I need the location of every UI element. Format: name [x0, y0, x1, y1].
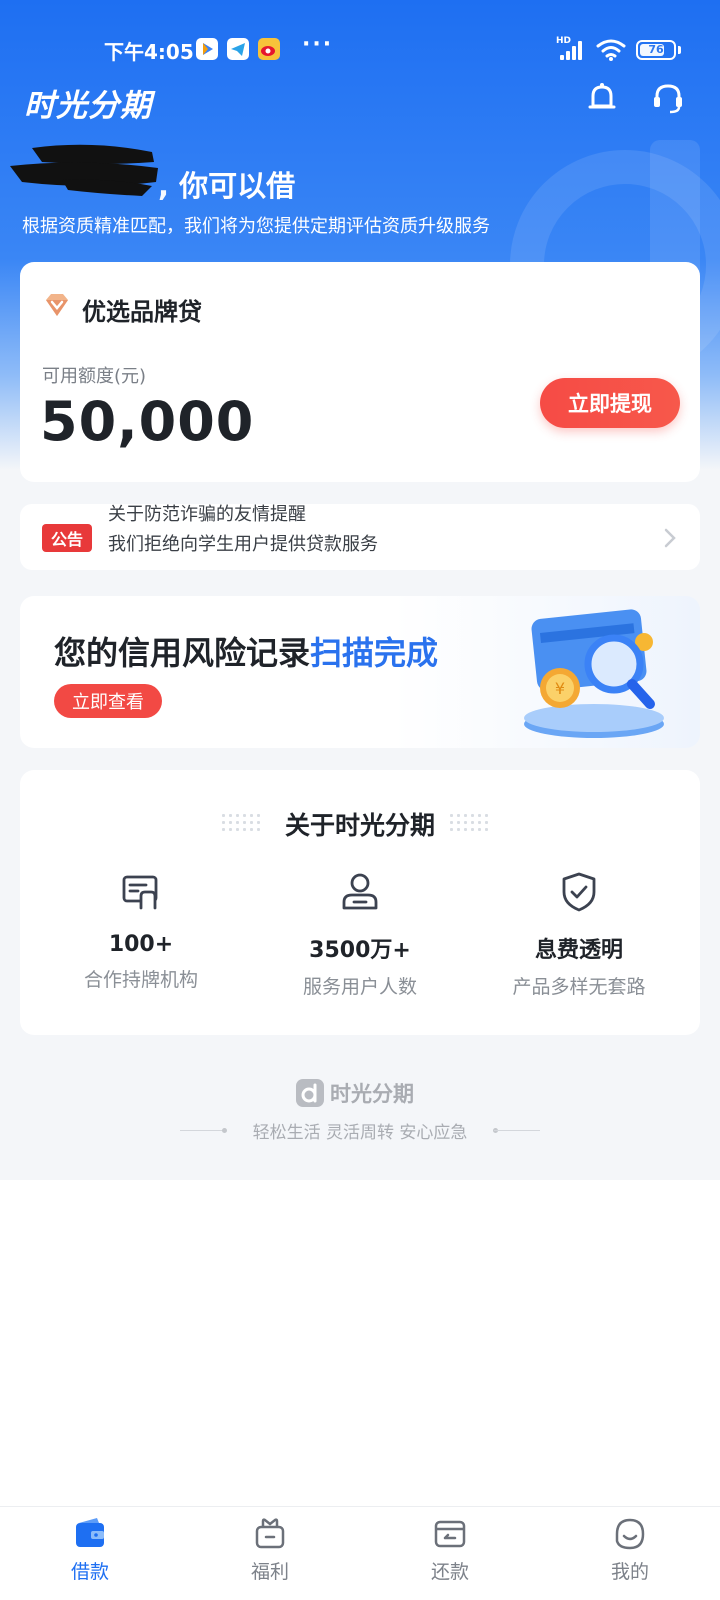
gift-icon: [255, 1518, 285, 1549]
diamond-icon: [46, 294, 68, 316]
notice-badge: 公告: [42, 524, 92, 552]
feature-value: 息费透明: [534, 938, 623, 963]
feature-desc: 服务用户人数: [302, 976, 417, 998]
chevron-right-icon: [664, 528, 676, 548]
battery-icon: 76: [636, 40, 676, 60]
withdraw-button[interactable]: 立即提现: [540, 378, 680, 428]
nav-label: 借款: [70, 1561, 109, 1583]
battery-tip: [678, 46, 681, 54]
nav-item-repay[interactable]: 还款: [360, 1515, 540, 1584]
app-logo: 时光分期: [24, 88, 152, 124]
wallet-icon: [76, 1518, 104, 1547]
bell-icon[interactable]: [584, 80, 620, 116]
license-icon: [122, 875, 158, 910]
credit-title-highlight: 扫描完成: [310, 634, 439, 672]
limit-label: 可用额度(元): [42, 366, 147, 387]
user-icon: [342, 873, 378, 910]
shield-check-icon: [562, 872, 596, 912]
nav-label: 福利: [250, 1561, 289, 1583]
battery-level: 76: [648, 43, 664, 56]
bottom-nav: 借款 福利 还款 我的: [0, 1506, 720, 1600]
credit-title: 您的信用风险记录扫描完成: [54, 628, 438, 674]
weibo-app-icon: [258, 38, 280, 60]
telegram-app-icon: [227, 38, 249, 60]
nav-label: 我的: [610, 1561, 649, 1583]
credit-scan-illustration: ¥: [524, 609, 664, 738]
footer-brand: 时光分期: [330, 1082, 414, 1106]
feature-desc: 合作持牌机构: [83, 969, 198, 991]
feature-value: 100+: [108, 932, 174, 957]
loan-title: 优选品牌贷: [82, 298, 202, 326]
nav-item-profile[interactable]: 我的: [540, 1515, 720, 1584]
feature-desc: 产品多样无套路: [512, 976, 646, 998]
more-notifications-icon: ···: [302, 32, 334, 57]
loan-card[interactable]: 优选品牌贷 可用额度(元) 50,000 立即提现: [20, 262, 700, 482]
credit-scan-banner[interactable]: 您的信用风险记录扫描完成 立即查看 ¥: [20, 596, 700, 748]
wifi-icon: [596, 39, 626, 61]
credit-title-prefix: 您的信用风险记录: [54, 634, 311, 672]
limit-amount: 50,000: [40, 390, 255, 453]
status-bar: 下午4:05 ··· HD 76: [0, 30, 720, 70]
signal-icon: [560, 40, 588, 60]
status-time: 下午4:05: [104, 40, 194, 64]
greeting-suffix: 你可以借: [179, 169, 296, 203]
view-now-button[interactable]: 立即查看: [54, 684, 162, 718]
svg-text:¥: ¥: [555, 679, 565, 698]
notice-bar[interactable]: 公告 关于防范诈骗的友情提醒 我们拒绝向学生用户提供贷款服务: [20, 504, 700, 570]
nav-item-loan[interactable]: 借款: [0, 1515, 180, 1584]
notice-line-2: 我们拒绝向学生用户提供贷款服务: [108, 534, 378, 555]
feature-partners: 100+ 合作持牌机构: [28, 870, 254, 992]
notice-line-1: 关于防范诈骗的友情提醒: [108, 504, 306, 525]
customer-service-icon[interactable]: [650, 80, 686, 116]
nav-label: 还款: [430, 1561, 469, 1583]
footer-logo-icon: [296, 1079, 324, 1107]
feature-value: 3500万+: [309, 938, 411, 963]
header-subtitle: 根据资质精准匹配，我们将为您提供定期评估资质升级服务: [22, 216, 490, 237]
about-card: 关于时光分期 100+ 合作持牌机构 3500万+ 服务用户人数 息费透明 产品…: [20, 770, 700, 1035]
redacted-username: [10, 144, 158, 196]
profile-icon: [615, 1518, 645, 1550]
about-title: 关于时光分期: [284, 811, 435, 840]
feature-transparency: 息费透明 产品多样无套路: [466, 870, 692, 999]
footer-divider-right: [494, 1130, 540, 1131]
play-app-icon: [196, 38, 218, 60]
nav-item-welfare[interactable]: 福利: [180, 1515, 360, 1584]
greeting-text: , 你可以借: [158, 169, 296, 203]
footer-slogan: 轻松生活 灵活周转 安心应急: [252, 1123, 468, 1143]
feature-users: 3500万+ 服务用户人数: [247, 870, 473, 999]
repay-icon: [434, 1520, 466, 1548]
